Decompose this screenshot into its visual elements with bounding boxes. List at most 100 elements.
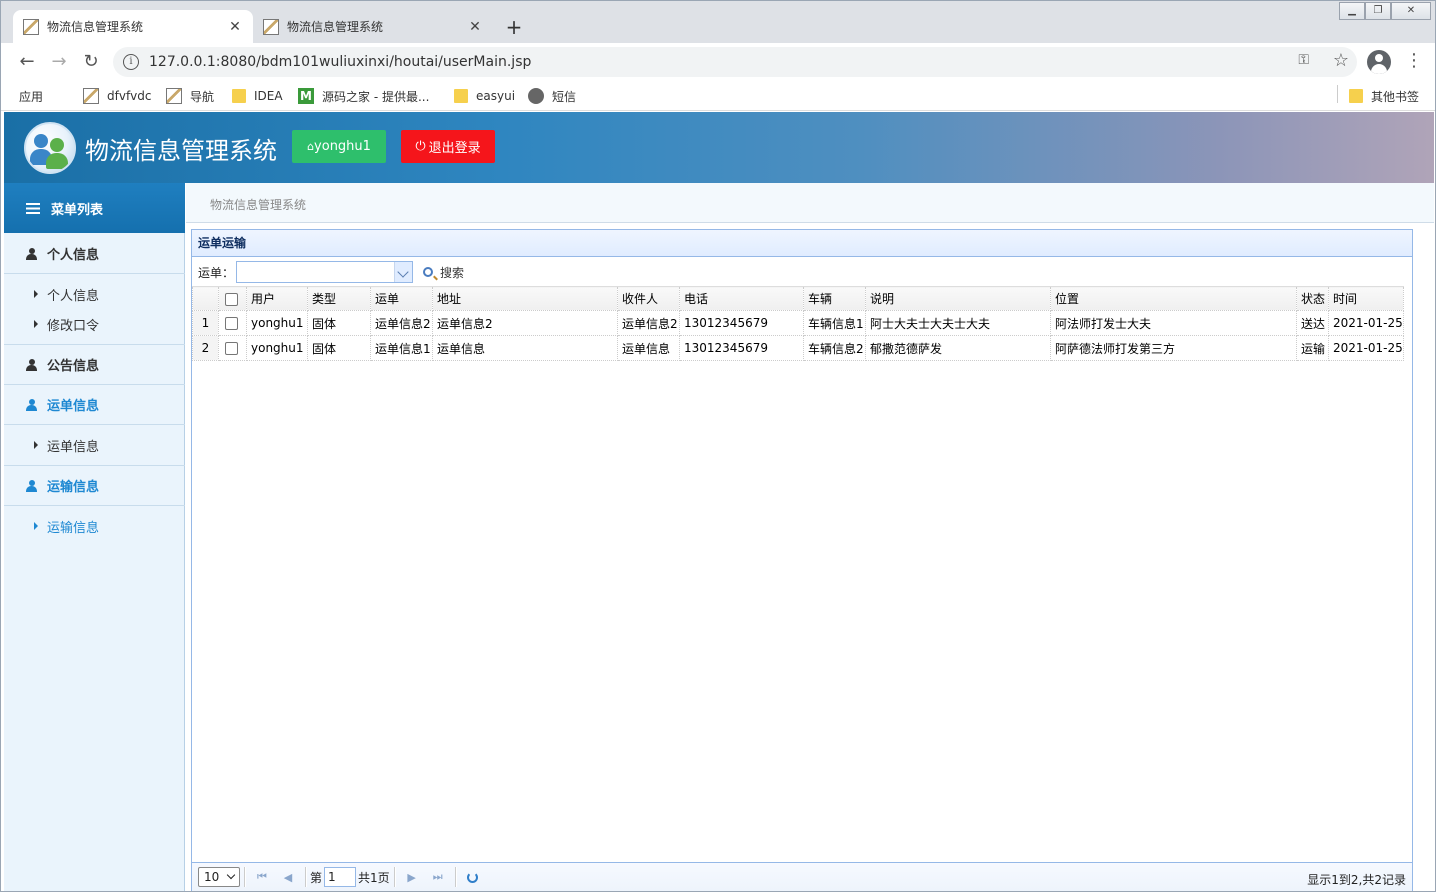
bookmark-dfvfvdc[interactable]: dfvfvdc [83, 87, 151, 105]
user-home-button[interactable]: ⌂ yonghu1 [292, 130, 386, 163]
sidebar-item-personal-info[interactable]: 个人信息 [4, 279, 185, 309]
row-checkbox[interactable] [225, 317, 238, 330]
column-header[interactable]: 状态 [1296, 286, 1329, 311]
search-button[interactable]: 搜索 [423, 264, 464, 281]
sidebar-item-waybill[interactable]: 运单信息 [4, 430, 185, 460]
pagination-bar: 10 ⏮ ◀ 第 1 共1页 ▶ ⏭ 显示1到2,共2记录 [192, 862, 1412, 891]
key-icon[interactable]: ⚿ [1298, 52, 1309, 68]
minimize-icon[interactable]: ▁ [1339, 2, 1365, 20]
reload-icon[interactable]: ↻ [79, 50, 103, 74]
divider [305, 867, 306, 887]
page-prefix: 第 [310, 870, 323, 885]
cell-user: yonghu1 [246, 310, 308, 336]
restore-icon[interactable]: ❐ [1365, 2, 1391, 20]
globe-icon [528, 88, 544, 104]
menu-kebab-icon[interactable]: ⋮ [1405, 51, 1423, 71]
prev-page-icon[interactable]: ◀ [275, 866, 301, 888]
new-tab-icon[interactable]: + [503, 15, 525, 39]
row-checkbox[interactable] [225, 342, 238, 355]
last-page-icon[interactable]: ⏭ [425, 866, 451, 888]
browser-tab-active[interactable]: 物流信息管理系统 ✕ [13, 10, 253, 43]
column-header[interactable]: 说明 [865, 286, 1051, 311]
cell-address: 运单信息 [432, 335, 618, 361]
column-header[interactable]: 位置 [1050, 286, 1297, 311]
bookmark-yuanma[interactable]: M 源码之家 - 提供最... [298, 87, 429, 105]
page-size-select[interactable]: 10 [198, 867, 240, 887]
power-icon: ⏻ [415, 139, 426, 154]
bookmark-nav[interactable]: 导航 [166, 87, 214, 105]
list-icon [26, 202, 40, 214]
page-total: 共1页 [358, 870, 390, 885]
browser-tab[interactable]: 物流信息管理系统 ✕ [253, 10, 493, 43]
page-favicon-icon [23, 18, 39, 35]
select-all-checkbox[interactable] [225, 292, 238, 306]
close-tab-icon[interactable]: ✕ [227, 19, 243, 35]
select-all-header[interactable] [218, 286, 247, 311]
column-header[interactable]: 车辆 [803, 286, 866, 311]
back-icon[interactable]: ← [15, 50, 39, 74]
table-row[interactable]: 2 yonghu1 固体 运单信息1 运单信息 运单信息 13012345679… [192, 335, 1404, 361]
column-header[interactable]: 类型 [307, 286, 371, 311]
sidebar-item-transport[interactable]: 运输信息 [4, 511, 185, 541]
divider [454, 867, 456, 887]
row-number: 2 [192, 335, 219, 361]
logout-label: 退出登录 [428, 141, 481, 156]
logout-button[interactable]: ⏻ 退出登录 [401, 130, 495, 163]
next-page-icon[interactable]: ▶ [399, 866, 425, 888]
folder-icon [454, 89, 468, 103]
section-label: 个人信息 [47, 248, 100, 263]
bookmark-other[interactable]: 其他书签 [1349, 87, 1419, 105]
sidebar-section-waybill[interactable]: 运单信息 [4, 385, 185, 425]
item-label: 运单信息 [47, 439, 100, 455]
column-header[interactable]: 地址 [432, 286, 618, 311]
cell-location: 阿萨德法师打发第三方 [1050, 335, 1297, 361]
first-page-icon[interactable]: ⏮ [249, 866, 275, 888]
window-close-icon[interactable]: ✕ [1391, 2, 1431, 20]
column-header[interactable]: 用户 [246, 286, 308, 311]
sidebar-section-personal[interactable]: 个人信息 [4, 234, 185, 274]
bookmark-easyui[interactable]: easyui [454, 87, 515, 105]
bookmark-star-icon[interactable]: ☆ [1333, 50, 1349, 71]
address-bar[interactable]: i 127.0.0.1:8080/bdm101wuliuxinxi/houtai… [113, 47, 1357, 77]
row-number: 1 [192, 310, 219, 336]
folder-icon [232, 89, 246, 103]
home-icon: ⌂ [307, 140, 315, 153]
sidebar-item-change-password[interactable]: 修改口令 [4, 309, 185, 339]
profile-avatar-icon[interactable] [1367, 50, 1391, 74]
panel-title: 运单运输 [192, 230, 1412, 257]
waybill-combobox[interactable] [236, 261, 414, 283]
caret-right-icon [34, 522, 38, 530]
row-select-cell[interactable] [218, 335, 247, 361]
table-row[interactable]: 1 yonghu1 固体 运单信息2 运单信息2 运单信息2 130123456… [192, 310, 1404, 336]
row-select-cell[interactable] [218, 310, 247, 336]
bookmark-sms[interactable]: 短信 [528, 87, 576, 105]
column-header[interactable]: 时间 [1328, 286, 1404, 311]
rownum-header [192, 286, 219, 311]
divider [244, 867, 245, 887]
bookmark-idea[interactable]: IDEA [232, 87, 283, 105]
bookmark-label: 应用 [19, 89, 44, 104]
column-header[interactable]: 收件人 [617, 286, 680, 311]
chevron-down-icon[interactable] [394, 262, 413, 282]
page-favicon-icon [263, 18, 279, 35]
user-icon [26, 479, 37, 492]
refresh-icon[interactable] [460, 866, 486, 888]
forward-icon[interactable]: → [47, 50, 71, 74]
close-tab-icon[interactable]: ✕ [467, 19, 483, 35]
bookmark-label: 导航 [190, 89, 215, 104]
column-header[interactable]: 电话 [679, 286, 804, 311]
cell-address: 运单信息2 [432, 310, 618, 336]
caret-right-icon [34, 290, 38, 298]
sidebar-section-transport[interactable]: 运输信息 [4, 466, 185, 506]
url-text: 127.0.0.1:8080/bdm101wuliuxinxi/houtai/u… [149, 54, 532, 70]
info-icon[interactable]: i [123, 54, 139, 70]
cell-recipient: 运单信息 [617, 335, 680, 361]
bookmark-apps[interactable]: 应用 [19, 87, 44, 159]
sidebar-heading-label: 菜单列表 [51, 202, 104, 218]
column-header[interactable]: 运单 [370, 286, 433, 311]
browser-window: 物流信息管理系统 ✕ 物流信息管理系统 ✕ + ▁ ❐ ✕ ← → ↻ i 12… [0, 0, 1436, 892]
bookmark-label: IDEA [254, 89, 283, 103]
page-number-input[interactable]: 1 [324, 867, 357, 887]
sidebar-section-notice[interactable]: 公告信息 [4, 345, 185, 385]
cell-description: 郁撒范德萨发 [865, 335, 1051, 361]
